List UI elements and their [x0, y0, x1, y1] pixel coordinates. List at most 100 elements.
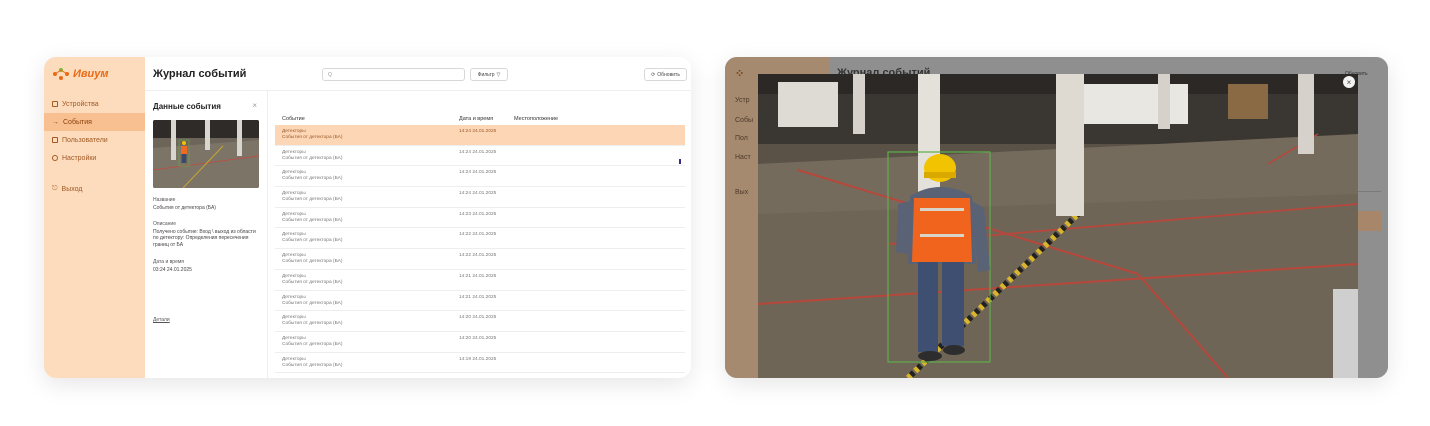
event-desc: События от детектора (БА)	[282, 217, 343, 223]
event-detail-panel: Данные события × Название События от дет…	[145, 91, 268, 378]
datetime-cell: 14:20 24.01.2025	[459, 335, 497, 341]
table-row[interactable]: Детекторы События от детектора (БА) 14:21 …	[275, 270, 685, 291]
logo[interactable]: Ивиум	[52, 67, 109, 81]
datetime-cell: 14:21 24.01.2025	[459, 294, 497, 300]
table-body: Детекторы События от детектора (БА) 14:24 …	[275, 125, 685, 374]
settings-gear-icon	[52, 155, 58, 161]
scrollbar-thumb[interactable]	[679, 159, 681, 164]
event-desc: События от детектора (БА)	[282, 135, 343, 140]
table-row[interactable]: Детекторы События от детектора (БА) 14:21 …	[275, 291, 685, 312]
logout-label: Выход	[61, 185, 83, 193]
refresh-icon: ⟳	[651, 71, 656, 78]
detail-description: Описание Получено событие: Вход \ выход …	[153, 221, 261, 248]
detail-name: Название События от детектора (БА)	[153, 197, 261, 211]
sidebar-item-label: Устройства	[62, 100, 99, 108]
event-desc: События от детектора (БА)	[282, 321, 343, 327]
name-value: События от детектора (БА)	[153, 204, 216, 211]
details-link[interactable]: Детали	[153, 317, 170, 323]
dimmed-row	[1355, 172, 1381, 192]
event-cell: Детекторы События от детектора (БА)	[282, 357, 342, 369]
dimmed-row	[1355, 193, 1381, 213]
close-icon[interactable]: ×	[252, 101, 257, 110]
datetime-cell: 14:19 24.01.2025	[459, 356, 497, 362]
table-row[interactable]: Детекторы События от детектора (БА) 14:22 …	[275, 228, 685, 250]
event-cell: Детекторы События от детектора (БА)	[282, 274, 342, 286]
events-arrow-icon: →	[52, 118, 59, 126]
table-row[interactable]: Детекторы События от детектора (БА) 14:23 …	[275, 208, 685, 229]
dimmed-nav-item: Пол	[735, 135, 748, 142]
close-icon[interactable]: ×	[1343, 76, 1355, 88]
column-datetime[interactable]: Дата и время	[459, 116, 493, 122]
detail-datetime: Дата и время 03:24 24.01.2025	[153, 259, 261, 273]
datetime-value: 03:24 24.01.2025	[153, 266, 192, 273]
event-cell: Детекторы События от детектора (БА)	[282, 295, 342, 307]
datetime-cell: 14:22 24.01.2025	[459, 253, 497, 259]
event-desc: События от детектора (БА)	[282, 341, 343, 347]
sidebar-item-settings[interactable]: Настройки	[44, 149, 145, 167]
event-cell: Детекторы События от детектора (БА)	[282, 170, 342, 182]
table-row[interactable]: Детекторы События от детектора (БА) 14:24 …	[275, 187, 685, 208]
desc-label: Описание	[153, 221, 177, 227]
users-icon	[52, 137, 58, 143]
sidebar-item-label: Пользователи	[62, 136, 108, 144]
event-cell: Детекторы События от детектора (БА)	[282, 212, 342, 224]
sidebar: Ивиум Устройства → События Пользователи …	[44, 57, 145, 378]
desc-value: Получено событие: Вход \ выход из област…	[153, 228, 256, 248]
event-cell: Детекторы События от детектора (БА)	[282, 336, 342, 348]
datetime-cell: 14:24 24.01.2025	[459, 170, 497, 176]
event-cell: Детекторы События от детектора (БА)	[282, 191, 342, 203]
datetime-cell: 14:23 24.01.2025	[459, 211, 497, 217]
sidebar-item-label: Настройки	[62, 154, 97, 162]
refresh-button[interactable]: ⟳ Обновить	[644, 68, 687, 81]
dimmed-nav-item: Вых	[735, 189, 749, 196]
table-row[interactable]: Детекторы События от детектора (БА) 14:24 …	[275, 166, 685, 188]
table-row[interactable]: Детекторы События от детектора (БА) 14:19 …	[275, 353, 685, 374]
video-overlay-window: ⁘ Устр Собы Пол Наст Вых Журнал событий …	[725, 57, 1388, 378]
column-location[interactable]: Местоположение	[514, 116, 558, 122]
table-row[interactable]: Детекторы События от детектора (БА) 14:22 …	[275, 249, 685, 270]
dimmed-nav-item: Собы	[735, 117, 753, 124]
logout-icon: ⎋	[52, 185, 58, 192]
filter-button[interactable]: Фильтр ▽	[470, 68, 508, 81]
camera-video-frame[interactable]	[758, 74, 1358, 378]
event-desc: События от детектора (БА)	[282, 155, 343, 161]
event-desc: События от детектора (БА)	[282, 176, 343, 182]
event-desc: События от детектора (БА)	[282, 259, 343, 265]
table-row[interactable]: Детекторы События от детектора (БА) 14:24 …	[275, 125, 685, 146]
logo-text: Ивиум	[73, 68, 109, 80]
datetime-cell: 14:24 24.01.2025	[459, 191, 497, 197]
event-cell: Детекторы События от детектора (БА)	[282, 129, 342, 141]
sidebar-item-events[interactable]: → События	[44, 113, 145, 131]
sidebar-item-users[interactable]: Пользователи	[44, 131, 145, 149]
page-title: Журнал событий	[153, 68, 247, 80]
event-cell: Детекторы События от детектора (БА)	[282, 253, 342, 265]
sidebar-item-devices[interactable]: Устройства	[44, 95, 145, 113]
sidebar-item-label: События	[63, 118, 92, 126]
refresh-label: Обновить	[657, 71, 680, 78]
dimmed-logo: ⁘	[735, 68, 745, 80]
device-icon	[52, 101, 58, 107]
datetime-cell: 14:21 24.01.2025	[459, 273, 497, 279]
table-row[interactable]: Детекторы События от детектора (БА) 14:20 …	[275, 311, 685, 332]
event-cell: Детекторы События от детектора (БА)	[282, 150, 342, 162]
datetime-cell: 14:24 24.01.2025	[459, 149, 497, 155]
event-cell: Детекторы События от детектора (БА)	[282, 315, 342, 327]
name-label: Название	[153, 197, 176, 203]
dimmed-selected-row	[1355, 211, 1381, 231]
datetime-cell: 14:20 24.01.2025	[459, 315, 497, 321]
search-input[interactable]: Q	[322, 68, 465, 81]
table-row[interactable]: Детекторы События от детектора (БА) 14:24 …	[275, 146, 685, 167]
header: Журнал событий Q Фильтр ▽ ⟳ Обновить	[145, 57, 691, 91]
event-thumbnail[interactable]	[153, 120, 259, 188]
event-desc: События от детектора (БА)	[282, 300, 343, 306]
datetime-label: Дата и время	[153, 259, 185, 265]
app-window-journal: Ивиум Устройства → События Пользователи …	[44, 57, 691, 378]
column-event[interactable]: Событие	[282, 116, 305, 122]
events-table: Событие Дата и время Местоположение Дете…	[275, 91, 685, 378]
logout-button[interactable]: ⎋ Выход	[52, 185, 83, 193]
filter-label: Фильтр	[477, 71, 495, 78]
event-desc: События от детектора (БА)	[282, 362, 343, 368]
table-row[interactable]: Детекторы События от детектора (БА) 14:20 …	[275, 332, 685, 353]
event-cell: Детекторы События от детектора (БА)	[282, 232, 342, 244]
table-header: Событие Дата и время Местоположение	[275, 113, 685, 125]
